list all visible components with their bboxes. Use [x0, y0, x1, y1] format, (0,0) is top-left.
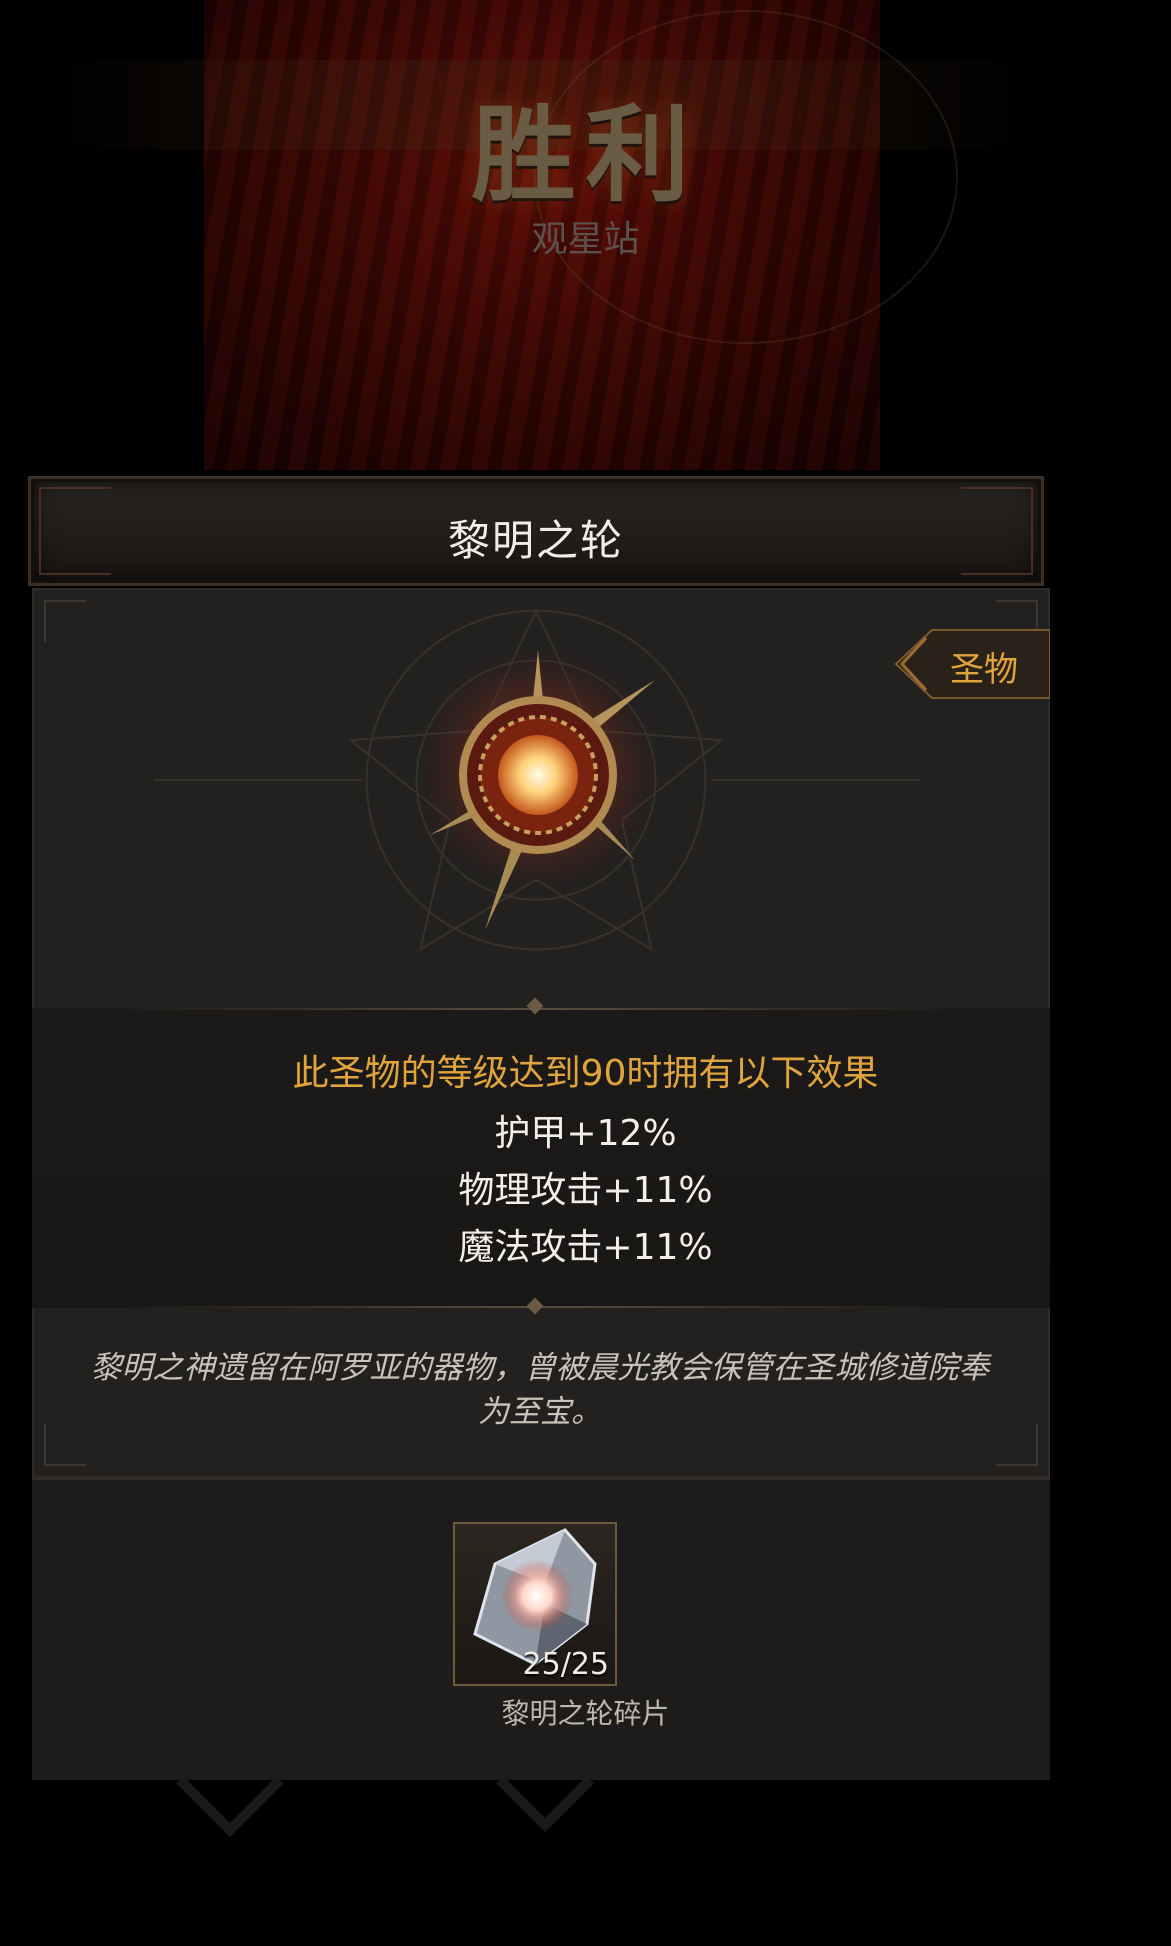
effect-physical-attack: 物理攻击+11% [458, 1170, 713, 1211]
shard-count: 25/25 [522, 1647, 609, 1682]
victory-banner: 胜利 观星站 [24, 0, 1060, 470]
shard-item-slot[interactable]: 25/25 [453, 1522, 617, 1686]
effect-heading: 此圣物的等级达到90时拥有以下效果 [292, 1053, 879, 1094]
victory-title: 胜利 [471, 94, 700, 216]
lore-text: 黎明之神遗留在阿罗亚的器物，曾被晨光教会保管在圣城修道院奉为至宝。 [90, 1350, 990, 1430]
dawn-wheel-relic-icon [418, 650, 658, 930]
relic-type-tag: 圣物 [892, 628, 1051, 700]
dialog-header: 黎明之轮 [28, 476, 1044, 586]
effect-armor: 护甲+12% [494, 1113, 677, 1154]
type-tag-label: 圣物 [950, 650, 1018, 690]
effect-magic-attack: 魔法攻击+11% [458, 1227, 713, 1268]
background-chevrons [176, 1776, 594, 1838]
dialog-title: 黎明之轮 [447, 516, 624, 565]
shard-name: 黎明之轮碎片 [501, 1697, 670, 1730]
victory-subtitle: 观星站 [531, 219, 640, 260]
corner-ornament [44, 600, 86, 642]
corner-ornament [996, 1424, 1038, 1466]
